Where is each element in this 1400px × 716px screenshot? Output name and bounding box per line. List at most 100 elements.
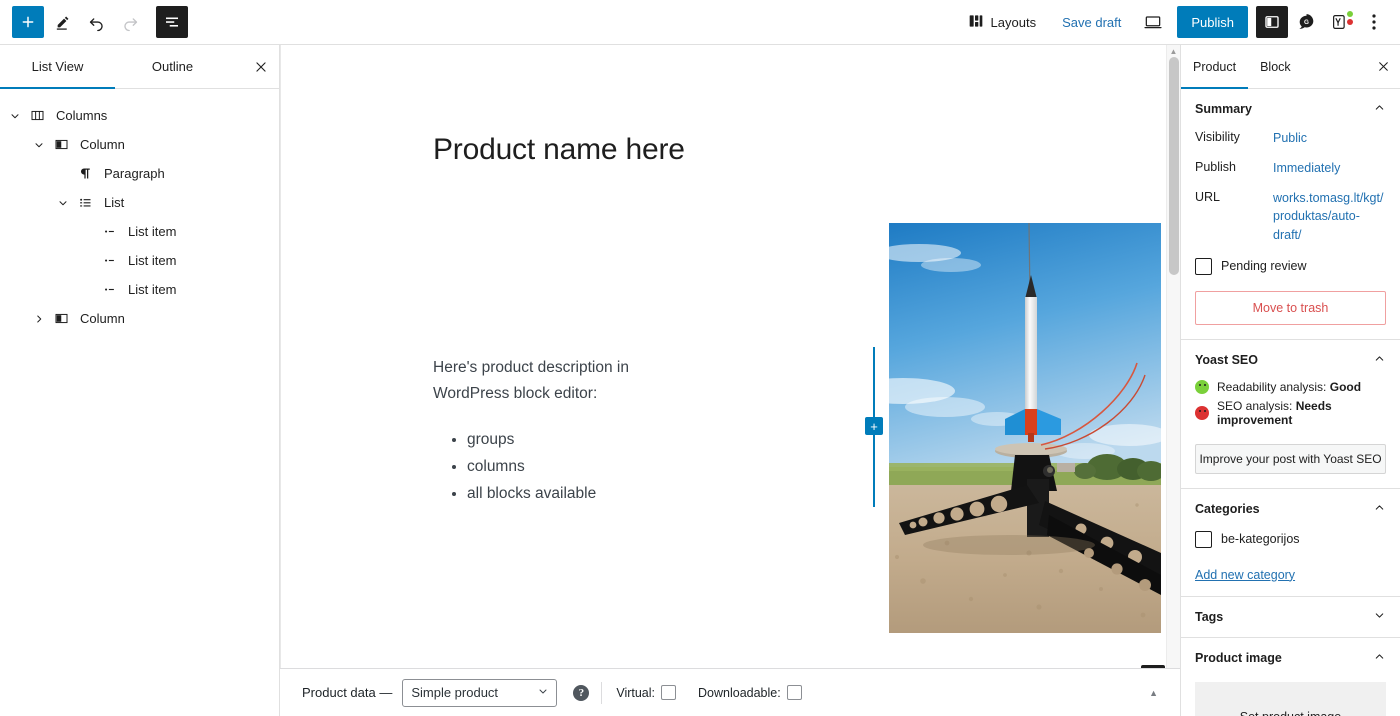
block-tree-item-column[interactable]: Column xyxy=(0,130,279,159)
block-inserter-button[interactable] xyxy=(12,6,44,38)
publish-label: Publish xyxy=(1195,160,1236,175)
publish-value[interactable]: Immediately xyxy=(1273,159,1340,177)
list-block[interactable]: groupscolumnsall blocks available xyxy=(467,428,698,506)
visibility-value[interactable]: Public xyxy=(1273,129,1307,147)
close-settings-button[interactable] xyxy=(1366,45,1400,88)
readability-status-dot xyxy=(1195,379,1209,394)
panel-categories-header[interactable]: Categories xyxy=(1181,489,1400,529)
paragraph-block[interactable]: Here's product description in WordPress … xyxy=(433,355,698,406)
redo-button[interactable] xyxy=(114,6,146,38)
more-options-button[interactable] xyxy=(1358,6,1390,38)
panel-summary-header[interactable]: Summary xyxy=(1181,89,1400,129)
block-tree-item-label: List item xyxy=(128,253,177,268)
category-checkbox[interactable] xyxy=(1195,530,1212,548)
panel-summary: Summary Visibility Public Publish Immedi… xyxy=(1181,89,1400,340)
list-item[interactable]: columns xyxy=(467,455,698,480)
block-tree-item-list-item[interactable]: List item xyxy=(0,217,279,246)
editor-canvas-area: Product name here Here's product descrip… xyxy=(280,45,1180,716)
set-product-image-button[interactable]: Set product image xyxy=(1195,681,1386,716)
post-title[interactable]: Product name here xyxy=(433,133,685,167)
move-to-trash-button[interactable]: Move to trash xyxy=(1195,290,1386,325)
list-item[interactable]: groups xyxy=(467,428,698,453)
editor-app: Layouts Save draft Publish G List View O… xyxy=(0,0,1400,716)
tools-pencil-button[interactable] xyxy=(46,6,78,38)
preview-device-button[interactable] xyxy=(1137,6,1169,38)
summary-row-url: URL works.tomasg.lt/kgt/produktas/auto-d… xyxy=(1195,189,1386,243)
undo-button[interactable] xyxy=(80,6,112,38)
category-row: be-kategorijos xyxy=(1195,530,1386,548)
tab-product[interactable]: Product xyxy=(1181,45,1249,89)
downloadable-checkbox[interactable] xyxy=(786,685,802,700)
panel-summary-body: Visibility Public Publish Immediately UR… xyxy=(1181,129,1400,339)
block-tree-item-label: Column xyxy=(80,137,125,152)
virtual-checkbox[interactable] xyxy=(661,685,677,700)
downloadable-checkbox-group: Downloadable: xyxy=(698,685,802,700)
toolbar-right-group: Layouts Save draft Publish G xyxy=(960,6,1390,38)
block-tree-item-paragraph[interactable]: Paragraph xyxy=(0,159,279,188)
list-item[interactable]: all blocks available xyxy=(467,482,698,507)
product-data-label: Product data — xyxy=(302,685,393,700)
image-block[interactable] xyxy=(889,223,1161,633)
block-tree-item-list[interactable]: List xyxy=(0,188,279,217)
block-tree-item-columns[interactable]: Columns xyxy=(0,101,279,130)
settings-tabs: Product Block xyxy=(1181,45,1400,89)
chevron-down-icon[interactable] xyxy=(4,104,26,128)
top-toolbar: Layouts Save draft Publish G xyxy=(0,0,1400,45)
product-data-help-icon[interactable]: ? xyxy=(573,684,590,701)
list-view-toggle-button[interactable] xyxy=(156,6,188,38)
save-draft-button[interactable]: Save draft xyxy=(1052,6,1131,38)
block-tree-item-column[interactable]: Column xyxy=(0,304,279,333)
panel-product-image: Product image Set product image xyxy=(1181,638,1400,716)
block-tree-item-list-item[interactable]: List item xyxy=(0,246,279,275)
url-value[interactable]: works.tomasg.lt/kgt/produktas/auto-draft… xyxy=(1273,189,1386,243)
pending-review-checkbox[interactable] xyxy=(1195,257,1212,275)
block-tree: Columns Column Paragraph List List item List … xyxy=(0,89,279,333)
rocket-photo xyxy=(889,223,1161,633)
product-type-select[interactable]: Simple productGrouped productExternal/Af… xyxy=(402,678,558,707)
panel-product-image-header[interactable]: Product image xyxy=(1181,638,1400,678)
divider xyxy=(601,681,603,704)
readability-analysis-row: Readability analysis: Good xyxy=(1195,379,1386,394)
publish-button[interactable]: Publish xyxy=(1177,6,1248,38)
yoast-status-dots xyxy=(1347,11,1353,25)
category-label: be-kategorijos xyxy=(1221,532,1300,547)
chevron-down-icon[interactable] xyxy=(52,191,74,215)
settings-sidebar-toggle-button[interactable] xyxy=(1256,6,1288,38)
yoast-seo-button[interactable] xyxy=(1324,6,1356,38)
close-list-view-button[interactable] xyxy=(243,45,279,89)
list-item-icon xyxy=(98,249,120,273)
tab-list-view[interactable]: List View xyxy=(0,45,115,89)
panel-yoast-header[interactable]: Yoast SEO xyxy=(1181,340,1400,380)
inline-block-inserter-button[interactable]: + xyxy=(865,417,883,435)
panel-tags-header[interactable]: Tags xyxy=(1181,597,1400,637)
chevron-up-icon xyxy=(1373,352,1386,368)
chevron-up-icon xyxy=(1373,501,1386,517)
tab-block[interactable]: Block xyxy=(1248,45,1303,88)
panel-yoast-title: Yoast SEO xyxy=(1195,352,1258,367)
readability-prefix: Readability analysis: xyxy=(1217,379,1330,394)
panel-tags: Tags xyxy=(1181,597,1400,638)
chevron-up-icon xyxy=(1373,101,1386,117)
tab-outline[interactable]: Outline xyxy=(115,45,230,88)
layouts-button[interactable]: Layouts xyxy=(960,6,1045,38)
plugin-badge-icon[interactable]: G xyxy=(1290,6,1322,38)
yoast-dot-good xyxy=(1347,11,1353,17)
chevron-down-icon[interactable] xyxy=(28,133,50,157)
add-new-category-link[interactable]: Add new category xyxy=(1195,568,1295,582)
scroll-up-arrow[interactable]: ▲ xyxy=(1167,45,1180,57)
chevron-right-icon[interactable] xyxy=(28,307,50,331)
canvas-scrollbar[interactable]: ▲ xyxy=(1166,45,1180,668)
readability-text: Readability analysis: Good xyxy=(1217,380,1361,394)
url-label: URL xyxy=(1195,190,1221,205)
post-canvas[interactable]: Product name here Here's product descrip… xyxy=(280,45,1166,668)
improve-post-yoast-button[interactable]: Improve your post with Yoast SEO xyxy=(1195,443,1386,474)
canvas-scrollbar-thumb[interactable] xyxy=(1169,57,1179,275)
seo-prefix: SEO analysis: xyxy=(1217,398,1296,413)
block-tree-item-list-item[interactable]: List item xyxy=(0,275,279,304)
summary-row-visibility: Visibility Public xyxy=(1195,129,1386,147)
panel-yoast-seo: Yoast SEO Readability analysis: Good SEO… xyxy=(1181,340,1400,489)
block-tree-item-label: Column xyxy=(80,311,125,326)
collapse-product-data-button[interactable]: ▲ xyxy=(1143,682,1164,704)
